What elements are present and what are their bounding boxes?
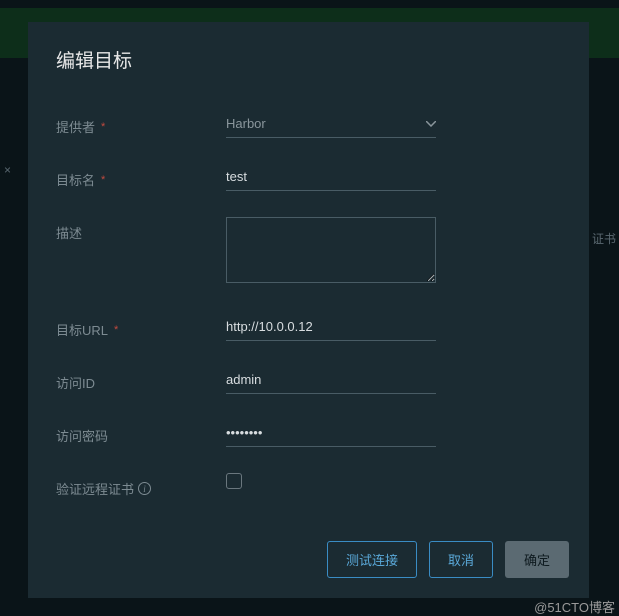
modal-body: 提供者 * Harbor 目标名 * 描述 [28, 83, 589, 527]
provider-label-text: 提供者 [56, 117, 95, 136]
info-icon[interactable]: i [138, 482, 151, 495]
target-url-input[interactable] [226, 314, 436, 341]
description-label-text: 描述 [56, 223, 82, 242]
verify-cert-row: 验证远程证书 i [56, 473, 561, 498]
bg-fragment-cert: 证书 [592, 230, 616, 247]
provider-value: Harbor [226, 116, 266, 131]
cancel-button[interactable]: 取消 [429, 541, 493, 578]
provider-select[interactable]: Harbor [226, 111, 436, 138]
chevron-down-icon [426, 121, 436, 127]
target-url-label-text: 目标URL [56, 320, 108, 339]
access-id-input[interactable] [226, 367, 436, 394]
modal-footer: 测试连接 取消 确定 [28, 527, 589, 598]
target-name-row: 目标名 * [56, 164, 561, 191]
target-name-label: 目标名 * [56, 164, 226, 189]
modal-title: 编辑目标 [56, 46, 561, 73]
target-name-label-text: 目标名 [56, 170, 95, 189]
test-connection-button[interactable]: 测试连接 [327, 541, 417, 578]
access-secret-label-text: 访问密码 [56, 426, 108, 445]
required-mark: * [114, 324, 118, 336]
description-textarea[interactable] [226, 217, 436, 283]
provider-label: 提供者 * [56, 111, 226, 136]
verify-cert-label: 验证远程证书 i [56, 473, 226, 498]
target-name-input[interactable] [226, 164, 436, 191]
access-id-label: 访问ID [56, 367, 226, 392]
description-label: 描述 [56, 217, 226, 242]
access-id-label-text: 访问ID [56, 373, 95, 392]
required-mark: * [101, 121, 105, 133]
modal-header: 编辑目标 [28, 22, 589, 83]
access-secret-input[interactable] [226, 420, 436, 447]
description-row: 描述 [56, 217, 561, 288]
watermark: @51CTO博客 [534, 597, 615, 616]
required-mark: * [101, 174, 105, 186]
target-url-label: 目标URL * [56, 314, 226, 339]
access-secret-row: 访问密码 [56, 420, 561, 447]
access-secret-label: 访问密码 [56, 420, 226, 445]
confirm-button[interactable]: 确定 [505, 541, 569, 578]
verify-cert-label-text: 验证远程证书 [56, 479, 134, 498]
edit-target-modal: 编辑目标 提供者 * Harbor 目标名 * [28, 22, 589, 598]
bg-fragment: × [4, 163, 11, 177]
target-url-row: 目标URL * [56, 314, 561, 341]
access-id-row: 访问ID [56, 367, 561, 394]
provider-row: 提供者 * Harbor [56, 111, 561, 138]
verify-cert-checkbox[interactable] [226, 473, 242, 489]
